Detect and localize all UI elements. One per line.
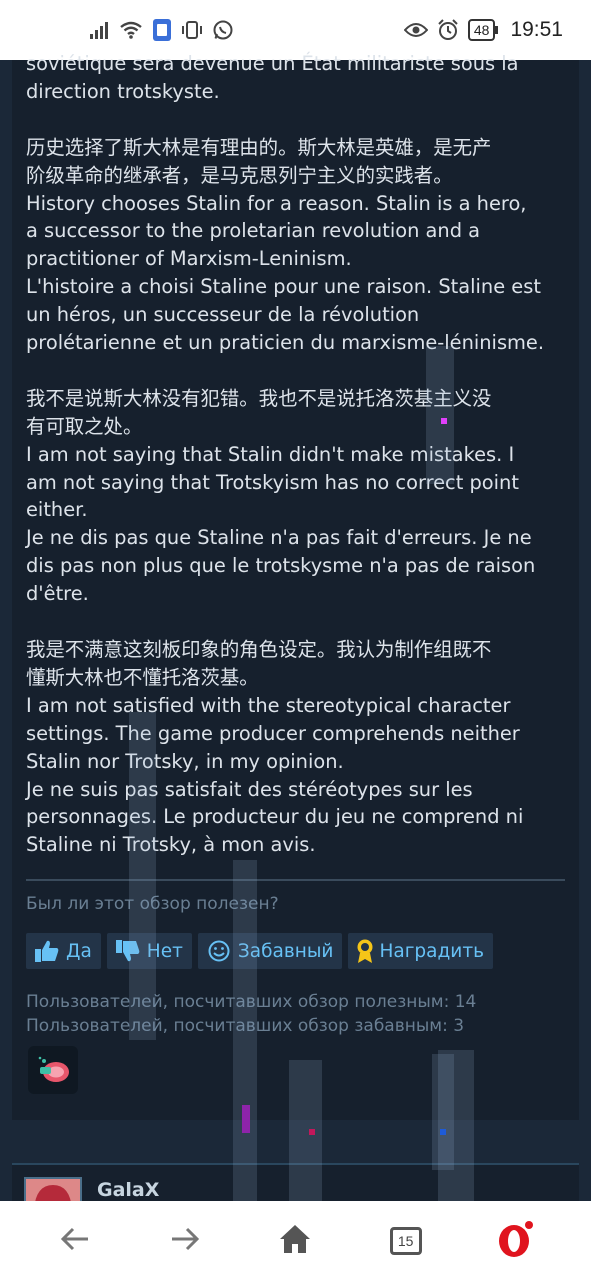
overlay-bar bbox=[438, 1050, 474, 1220]
opera-icon bbox=[496, 1219, 536, 1263]
review-panel: soviétique sera devenue un État militari… bbox=[12, 52, 579, 1120]
review-line: practitioner of Marxism-Leninism. bbox=[26, 247, 352, 271]
overlay-dot bbox=[440, 1129, 446, 1135]
tabs-icon: 15 bbox=[389, 1226, 422, 1255]
eye-icon bbox=[403, 22, 428, 38]
back-button[interactable] bbox=[45, 1211, 105, 1271]
review-line: I am not saying that Stalin didn't make … bbox=[26, 442, 515, 466]
review-line: dis pas non plus que le trotskysme n'a p… bbox=[26, 554, 536, 578]
vote-funny-button[interactable]: Забавный bbox=[197, 933, 343, 969]
signal-icon bbox=[90, 21, 110, 39]
review-body: soviétique sera devenue un État militari… bbox=[26, 50, 565, 859]
home-button[interactable] bbox=[265, 1211, 325, 1271]
overlay-bar bbox=[129, 712, 156, 1040]
sim-icon bbox=[152, 18, 172, 42]
username[interactable]: GalaX bbox=[97, 1179, 159, 1201]
battery-icon: 48 bbox=[467, 19, 498, 41]
review-line: 阶级革命的继承者，是马克思列宁主义的实践者。 bbox=[26, 163, 453, 187]
bottom-nav: 15 bbox=[0, 1201, 591, 1280]
review-line: soviétique sera devenue un État militari… bbox=[26, 52, 519, 75]
review-line: L'histoire a choisi Staline pour une rai… bbox=[26, 275, 541, 299]
review-line: settings. The game producer comprehends … bbox=[26, 721, 520, 745]
review-line: 我是不满意这刻板印象的角色设定。我认为制作组既不 bbox=[26, 637, 492, 661]
tabs-button[interactable]: 15 bbox=[376, 1211, 436, 1271]
review-line: either. bbox=[26, 498, 88, 522]
award-icon bbox=[354, 938, 376, 964]
wifi-icon bbox=[119, 21, 143, 39]
home-icon bbox=[278, 1223, 312, 1259]
review-line: un héros, un successeur de la révolution bbox=[26, 303, 420, 327]
forward-button[interactable] bbox=[155, 1211, 215, 1271]
clock: 19:51 bbox=[510, 18, 563, 41]
review-line: Je ne suis pas satisfait des stéréotypes… bbox=[26, 777, 473, 801]
award-button[interactable]: Наградить bbox=[348, 933, 493, 969]
vibrate-icon bbox=[181, 19, 203, 41]
smiley-icon bbox=[206, 938, 232, 964]
review-line: 懂斯大林也不懂托洛茨基。 bbox=[26, 665, 259, 689]
thumbs-up-icon bbox=[34, 938, 60, 964]
review-line: a successor to the proletarian revolutio… bbox=[26, 219, 481, 243]
review-line: I am not satisfied with the stereotypica… bbox=[26, 693, 511, 717]
review-line: Stalin nor Trotsky, in my opinion. bbox=[26, 749, 344, 773]
overlay-bar bbox=[289, 1060, 322, 1220]
forward-arrow-icon bbox=[170, 1226, 200, 1256]
opera-menu-button[interactable] bbox=[486, 1211, 546, 1271]
divider bbox=[26, 879, 565, 881]
overlay-dot bbox=[441, 418, 447, 424]
review-line: History chooses Stalin for a reason. Sta… bbox=[26, 191, 527, 215]
review-line: Je ne dis pas que Staline n'a pas fait d… bbox=[26, 526, 532, 550]
alarm-icon bbox=[437, 19, 459, 41]
award-label: Наградить bbox=[379, 940, 484, 962]
overlay-dot bbox=[309, 1129, 315, 1135]
review-line: direction trotskyste. bbox=[26, 79, 220, 103]
review-line: personnages. Le producteur du jeu ne com… bbox=[26, 805, 524, 829]
whatsapp-icon bbox=[212, 19, 234, 41]
overlay-bar bbox=[233, 860, 257, 1220]
review-line: 有可取之处。 bbox=[26, 414, 143, 438]
vote-buttons: Да Нет Забавный Наградить bbox=[26, 933, 493, 969]
overlay-dot bbox=[242, 1105, 250, 1133]
review-line: Staline ni Trotsky, à mon avis. bbox=[26, 833, 316, 857]
review-line: 历史选择了斯大林是有理由的。斯大林是英雄，是无产 bbox=[26, 135, 492, 159]
received-award-icon bbox=[28, 1046, 78, 1094]
review-line: d'être. bbox=[26, 582, 89, 606]
vote-yes-label: Да bbox=[66, 940, 92, 962]
overlay-bar bbox=[426, 346, 454, 484]
review-line: prolétarienne et un praticien du marxism… bbox=[26, 331, 545, 355]
back-arrow-icon bbox=[60, 1226, 90, 1256]
review-line: am not saying that Trotskyism has no cor… bbox=[26, 470, 519, 494]
vote-yes-button[interactable]: Да bbox=[26, 933, 101, 969]
review-line: 我不是说斯大林没有犯错。我也不是说托洛茨基主义没 bbox=[26, 386, 492, 410]
